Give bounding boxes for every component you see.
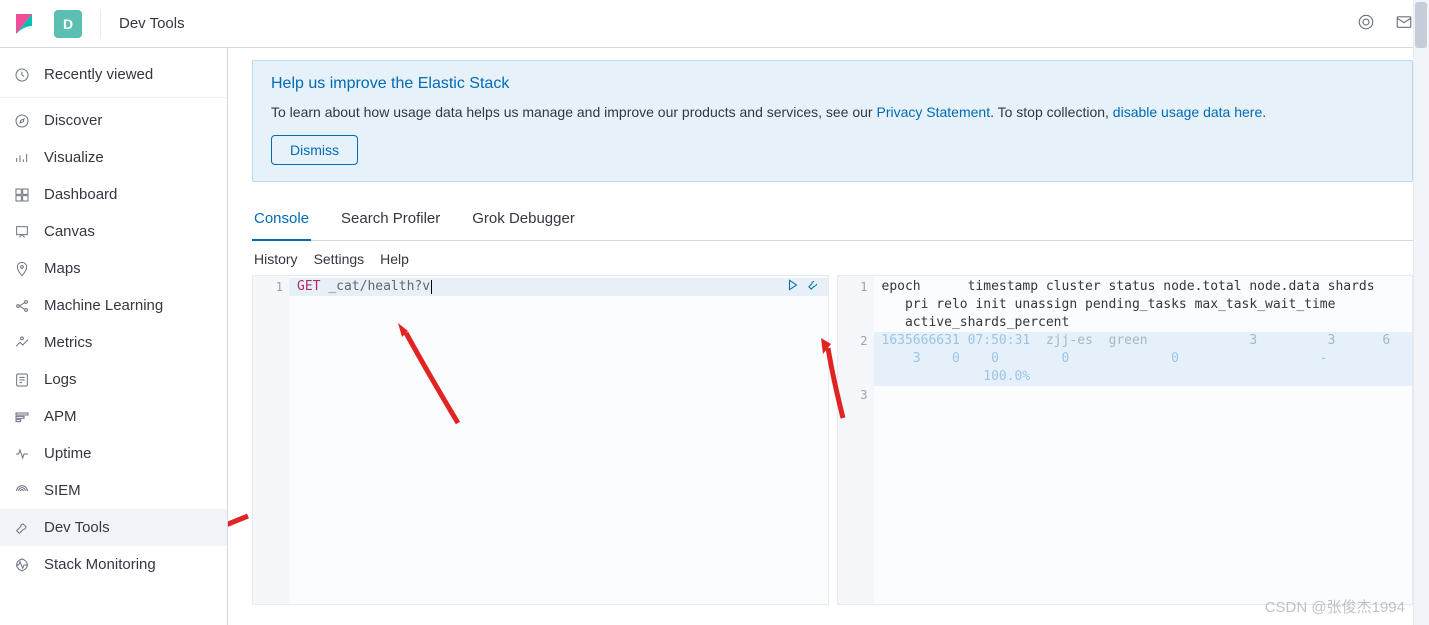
sidebar: Recently viewed Discover Visualize Dashb… [0, 48, 228, 625]
sidebar-item-label: Logs [44, 371, 77, 388]
sidebar-item-uptime[interactable]: Uptime [0, 435, 227, 472]
console-panes: 1 GET _cat/health?v 1 2 3 epoch timesta [252, 275, 1413, 605]
sidebar-item-logs[interactable]: Logs [0, 361, 227, 398]
top-header: D Dev Tools [0, 0, 1429, 48]
sidebar-item-label: Canvas [44, 223, 95, 240]
line-number: 1 [253, 278, 283, 296]
sidebar-item-label: Recently viewed [44, 66, 153, 83]
sidebar-item-stack-monitoring[interactable]: Stack Monitoring [0, 546, 227, 583]
sidebar-item-maps[interactable]: Maps [0, 250, 227, 287]
sidebar-item-machine-learning[interactable]: Machine Learning [0, 287, 227, 324]
sidebar-item-dev-tools[interactable]: Dev Tools [0, 509, 227, 546]
watermark: CSDN @张俊杰1994 [1265, 596, 1405, 617]
sidebar-item-discover[interactable]: Discover [0, 102, 227, 139]
sidebar-item-label: Stack Monitoring [44, 556, 156, 573]
tab-grok-debugger[interactable]: Grok Debugger [470, 200, 577, 241]
sidebar-item-metrics[interactable]: Metrics [0, 324, 227, 361]
devtools-tabs: Console Search Profiler Grok Debugger [252, 200, 1413, 241]
telemetry-callout: Help us improve the Elastic Stack To lea… [252, 60, 1413, 182]
sidebar-item-canvas[interactable]: Canvas [0, 213, 227, 250]
callout-title: Help us improve the Elastic Stack [271, 75, 1394, 93]
sidebar-item-label: APM [44, 408, 77, 425]
space-badge[interactable]: D [54, 10, 82, 38]
sidebar-item-visualize[interactable]: Visualize [0, 139, 227, 176]
history-link[interactable]: History [254, 251, 298, 267]
tab-console[interactable]: Console [252, 200, 311, 241]
sidebar-item-dashboard[interactable]: Dashboard [0, 176, 227, 213]
console-input-pane[interactable]: 1 GET _cat/health?v [252, 275, 829, 605]
sidebar-item-label: Uptime [44, 445, 92, 462]
scrollbar[interactable] [1413, 0, 1429, 625]
sidebar-item-label: Discover [44, 112, 102, 129]
sidebar-item-label: Visualize [44, 149, 104, 166]
sidebar-item-label: Dev Tools [44, 519, 110, 536]
console-output-pane[interactable]: 1 2 3 epoch timestamp cluster status nod… [837, 275, 1414, 605]
run-request-icon[interactable] [786, 278, 800, 296]
tab-search-profiler[interactable]: Search Profiler [339, 200, 442, 241]
settings-link[interactable]: Settings [314, 251, 365, 267]
privacy-statement-link[interactable]: Privacy Statement [876, 104, 990, 120]
newsfeed-icon[interactable] [1357, 13, 1375, 34]
main-content: Help us improve the Elastic Stack To lea… [228, 48, 1429, 625]
sidebar-item-label: Dashboard [44, 186, 117, 203]
breadcrumb: Dev Tools [119, 15, 185, 32]
kibana-logo-icon[interactable] [12, 12, 36, 36]
line-number: 2 [838, 332, 868, 350]
console-submenu: History Settings Help [252, 241, 1413, 275]
sidebar-item-label: Machine Learning [44, 297, 163, 314]
dismiss-button[interactable]: Dismiss [271, 135, 358, 165]
line-number: 3 [838, 386, 868, 404]
sidebar-item-apm[interactable]: APM [0, 398, 227, 435]
sidebar-item-label: SIEM [44, 482, 81, 499]
request-options-icon[interactable] [806, 278, 820, 296]
sidebar-item-label: Maps [44, 260, 81, 277]
sidebar-item-siem[interactable]: SIEM [0, 472, 227, 509]
sidebar-item-recently-viewed[interactable]: Recently viewed [0, 56, 227, 93]
disable-usage-link[interactable]: disable usage data here [1113, 104, 1262, 120]
sidebar-item-label: Metrics [44, 334, 92, 351]
callout-text: To learn about how usage data helps us m… [271, 101, 1394, 123]
line-number: 1 [838, 278, 868, 296]
mail-icon[interactable] [1395, 13, 1413, 34]
help-link[interactable]: Help [380, 251, 409, 267]
